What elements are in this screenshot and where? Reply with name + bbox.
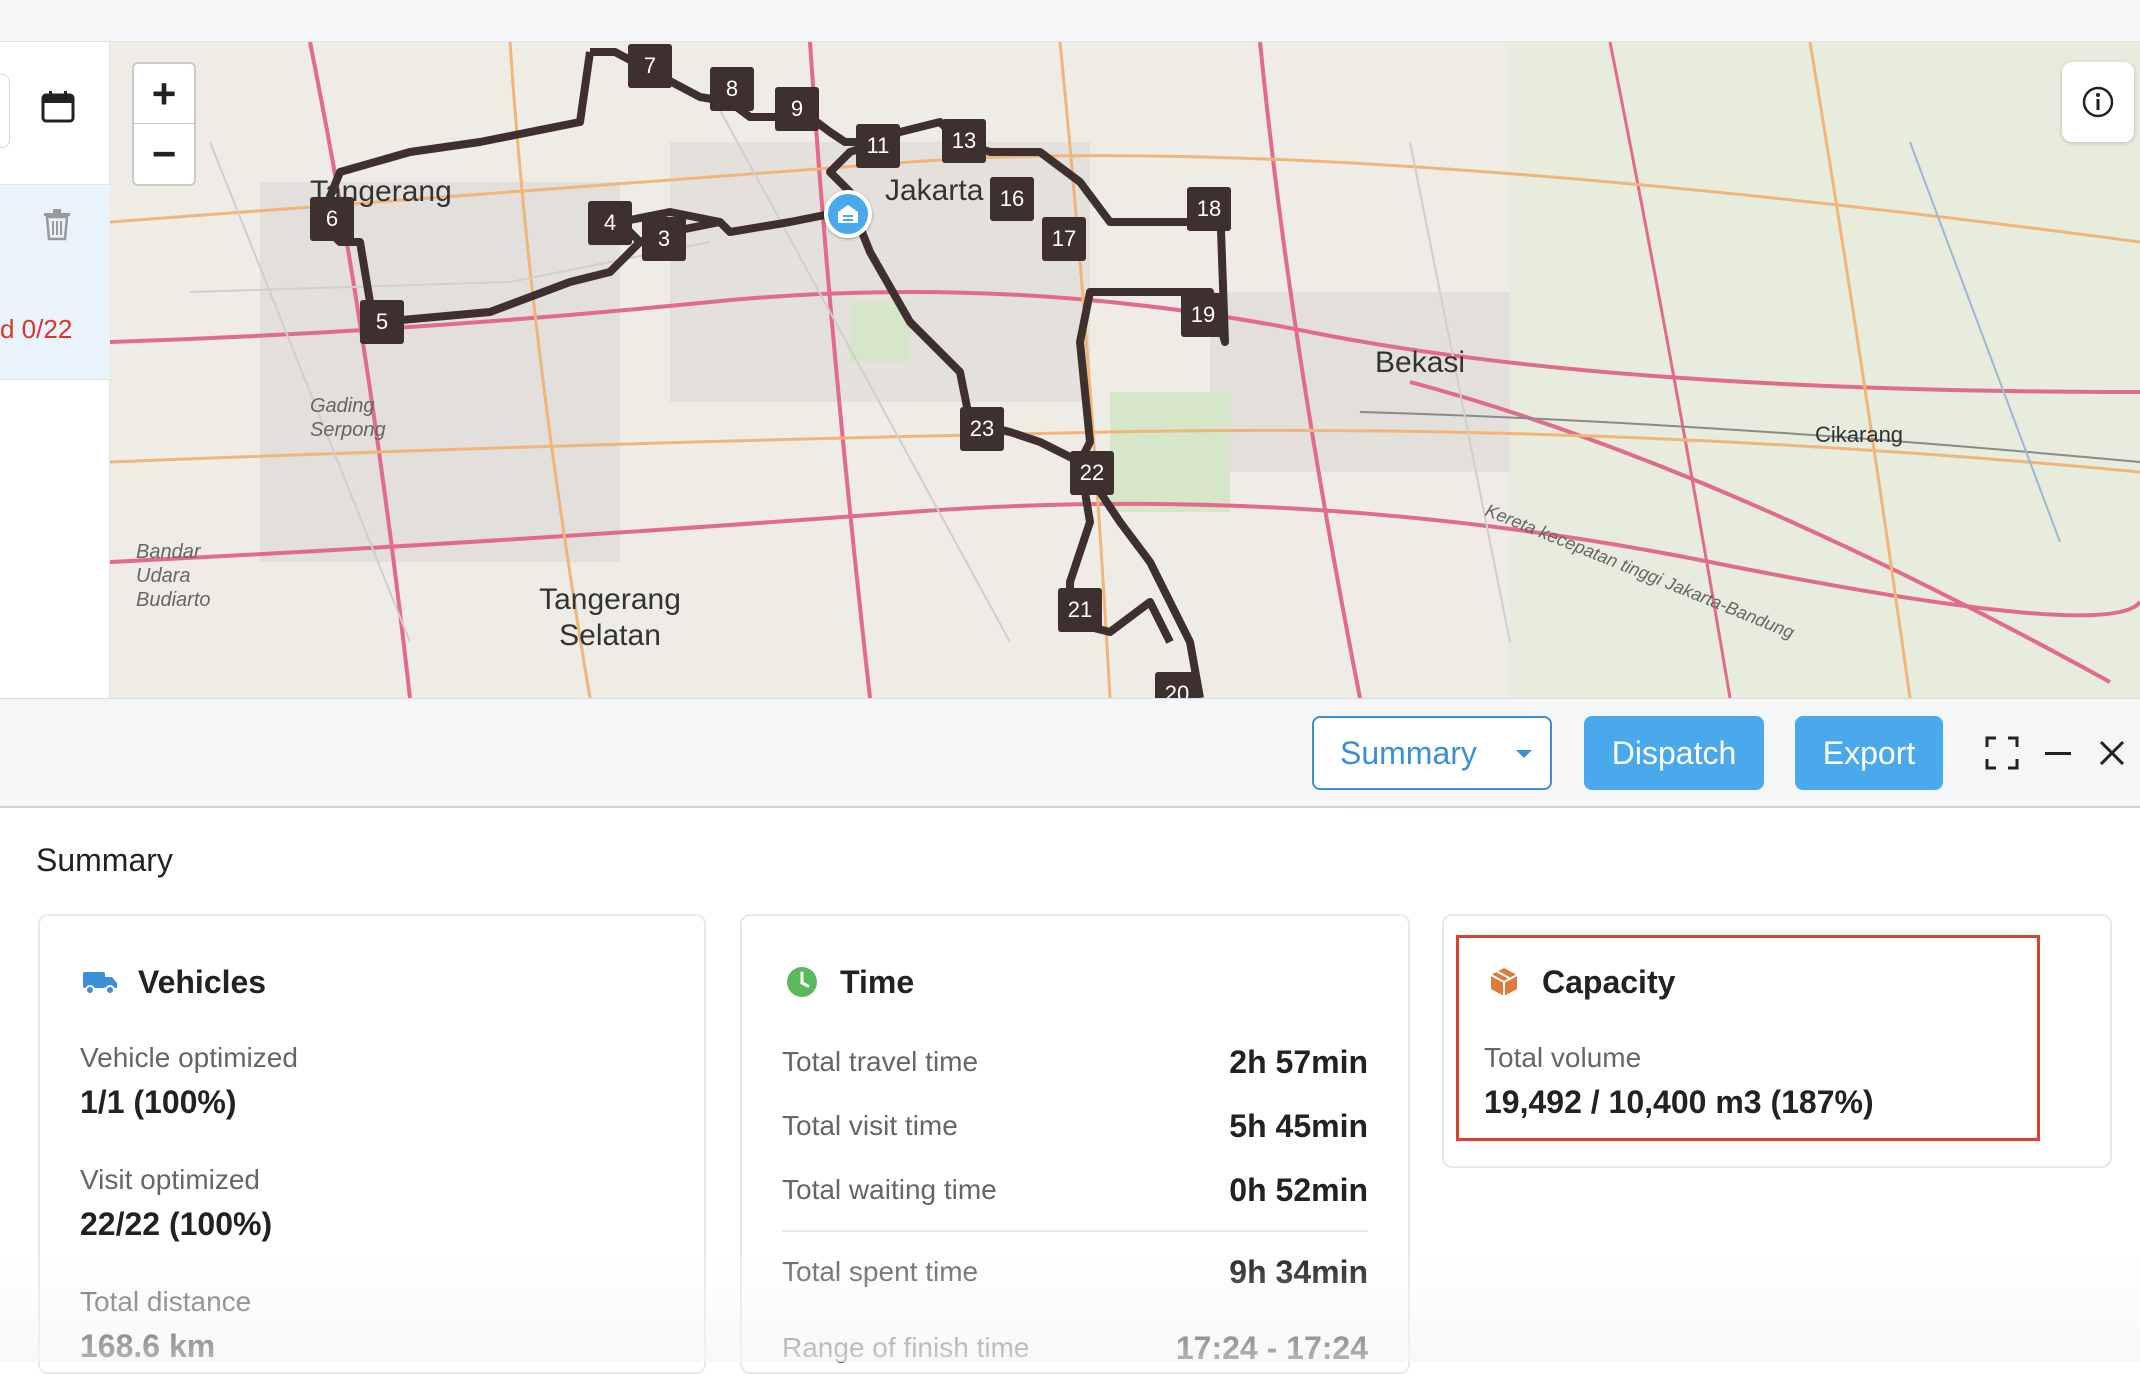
left-panel: d 0/22	[0, 42, 110, 698]
vehicles-card-header: Vehicles	[80, 962, 266, 1002]
map-label-tangerang: Tangerang	[310, 175, 452, 208]
stop-marker[interactable]: 9	[775, 87, 819, 131]
visit-optimized-label: Visit optimized	[80, 1164, 261, 1195]
zoom-in-button[interactable]: +	[134, 64, 194, 124]
time-row-value: 5h 45min	[1229, 1107, 1368, 1144]
summary-title: Summary	[36, 842, 173, 878]
warehouse-icon	[838, 205, 858, 223]
caret-down-icon	[1516, 750, 1532, 758]
bottom-toolbar: Summary Dispatch Export	[0, 698, 2140, 808]
info-button[interactable]	[2062, 62, 2134, 142]
finish-time-value: 17:24 - 17:24	[1175, 1329, 1368, 1366]
stop-marker[interactable]: 21	[1058, 588, 1102, 632]
spent-time-label: Total spent time	[782, 1256, 979, 1287]
minimize-icon[interactable]	[2034, 729, 2082, 777]
time-card-header: Time	[782, 962, 914, 1002]
map-label-tangerang-selatan: Tangerang Selatan	[539, 583, 681, 652]
dispatch-button[interactable]: Dispatch	[1584, 716, 1764, 790]
trash-icon[interactable]	[42, 208, 72, 242]
stop-marker[interactable]: 8	[710, 67, 754, 111]
time-row-value: 0h 52min	[1229, 1171, 1368, 1208]
stop-marker[interactable]: 19	[1181, 293, 1225, 337]
stop-marker[interactable]: 13	[942, 119, 986, 163]
map-label-gading-serpong: Gading Serpong	[310, 395, 386, 441]
time-card: Time Total travel time 2h 57min Total vi…	[740, 914, 1410, 1374]
time-row-label: Total visit time	[782, 1110, 958, 1141]
vehicles-card-title: Vehicles	[138, 963, 267, 1000]
time-row: Total visit time 5h 45min	[782, 1106, 1368, 1146]
map-label-bandar-udara: Bandar Udara Budiarto	[136, 541, 211, 611]
vehicle-optimized-value: 1/1 (100%)	[80, 1084, 237, 1120]
depot-marker[interactable]	[824, 190, 872, 238]
visit-optimized-value: 22/22 (100%)	[80, 1206, 273, 1242]
stop-marker[interactable]: 4	[588, 201, 632, 245]
spent-time-value: 9h 34min	[1229, 1253, 1368, 1290]
view-select-value: Summary	[1340, 734, 1477, 771]
map-label-jakarta: Jakarta	[885, 174, 984, 207]
time-row-value: 2h 57min	[1229, 1043, 1368, 1080]
total-distance-label: Total distance	[80, 1286, 252, 1317]
stop-marker[interactable]: 23	[960, 407, 1004, 451]
finish-time-label: Range of finish time	[782, 1332, 1030, 1363]
view-select[interactable]: Summary	[1312, 716, 1552, 790]
map-label-bekasi: Bekasi	[1375, 346, 1466, 379]
zoom-control: + −	[132, 62, 196, 186]
stop-marker[interactable]: 7	[628, 44, 672, 88]
truck-icon	[80, 962, 120, 1002]
stop-marker[interactable]: 16	[990, 177, 1034, 221]
stop-marker[interactable]: 20	[1155, 672, 1199, 698]
total-distance-value: 168.6 km	[80, 1328, 216, 1364]
clock-icon	[782, 962, 822, 1002]
capacity-highlight-box	[1456, 935, 2040, 1141]
map-tiles	[110, 42, 2140, 698]
top-bar	[0, 0, 2140, 42]
date-input[interactable]	[0, 74, 10, 148]
fullscreen-icon[interactable]	[1978, 729, 2026, 777]
map-label-cikarang: Cikarang	[1815, 422, 1904, 447]
stop-marker[interactable]: 22	[1070, 451, 1114, 495]
close-icon[interactable]	[2088, 729, 2136, 777]
time-row-finish: Range of finish time 17:24 - 17:24	[782, 1328, 1368, 1368]
stop-marker[interactable]: 5	[360, 300, 404, 344]
vehicle-optimized-label: Vehicle optimized	[80, 1042, 298, 1073]
zoom-out-button[interactable]: −	[134, 124, 194, 184]
assigned-count: d 0/22	[0, 314, 73, 344]
time-row: Total waiting time 0h 52min	[782, 1170, 1368, 1210]
route-map[interactable]: + − 3 4 5 6 7 8 9 11 13 16 17 18 19 20 2…	[110, 42, 2140, 698]
export-button[interactable]: Export	[1795, 716, 1943, 790]
time-row: Total travel time 2h 57min	[782, 1042, 1368, 1082]
calendar-icon[interactable]	[40, 90, 76, 124]
stop-marker[interactable]: 11	[856, 124, 900, 168]
stop-marker[interactable]: 18	[1187, 187, 1231, 231]
vehicles-card: Vehicles Vehicle optimized 1/1 (100%) Vi…	[38, 914, 706, 1374]
time-row-spent: Total spent time 9h 34min	[782, 1252, 1368, 1292]
info-icon	[2082, 86, 2114, 118]
stop-marker[interactable]: 3	[642, 217, 686, 261]
time-row-label: Total travel time	[782, 1046, 979, 1077]
time-card-title: Time	[840, 963, 915, 1000]
time-row-label: Total waiting time	[782, 1174, 997, 1205]
time-divider	[782, 1230, 1368, 1232]
stop-marker[interactable]: 17	[1042, 217, 1086, 261]
